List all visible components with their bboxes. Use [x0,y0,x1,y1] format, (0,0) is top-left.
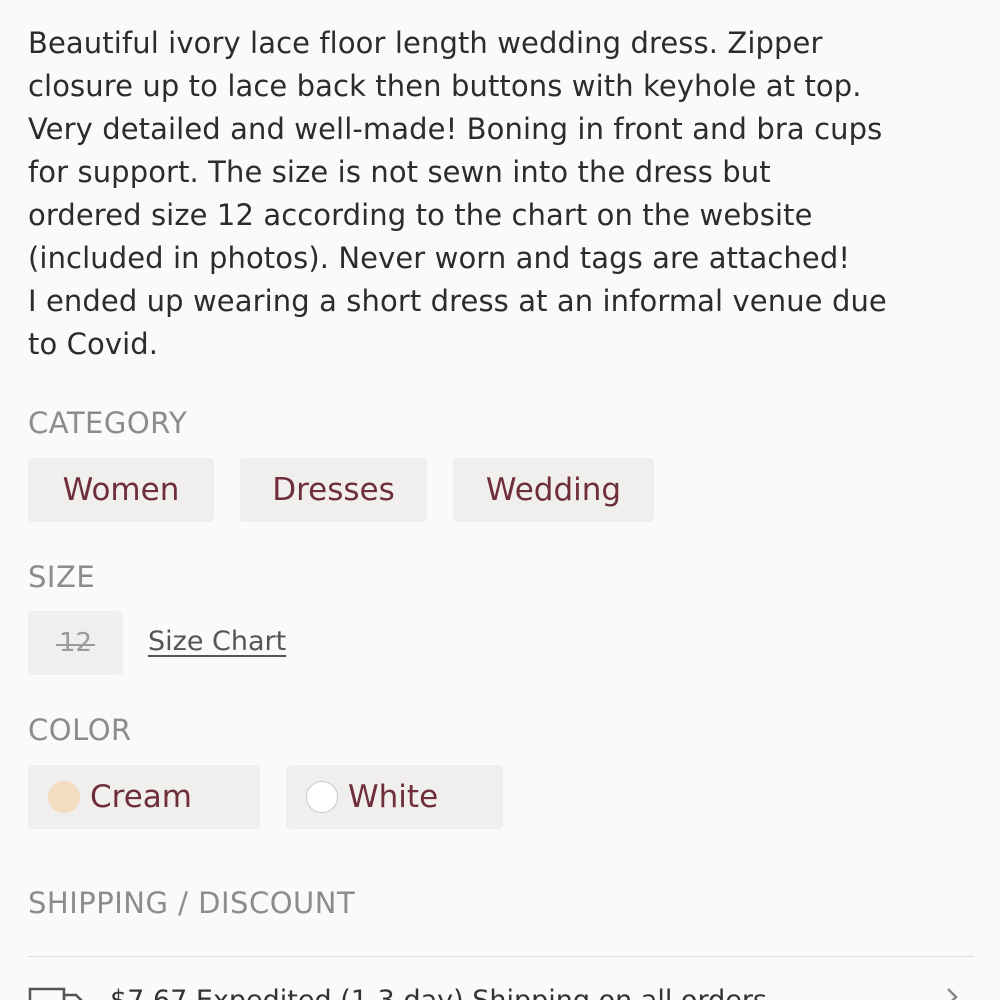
color-chip-cream[interactable]: Cream [28,765,260,829]
shipping-row[interactable]: $7.67 Expedited (1-3 day) Shipping on al… [28,980,978,1000]
cream-swatch-icon [48,781,80,813]
shipping-text: $7.67 Expedited (1-3 day) Shipping on al… [110,984,767,1000]
size-heading: SIZE [28,560,96,594]
size-chart-link[interactable]: Size Chart [148,626,286,657]
item-description: Beautiful ivory lace floor length weddin… [28,26,887,361]
listing-details: Beautiful ivory lace floor length weddin… [0,0,1000,1000]
color-label-cream: Cream [90,779,192,815]
size-chip[interactable]: 12 [28,611,123,675]
color-heading: COLOR [28,713,132,747]
category-chip-women[interactable]: Women [28,458,214,522]
category-heading: CATEGORY [28,406,188,440]
divider [28,956,974,957]
category-chip-dresses[interactable]: Dresses [240,458,427,522]
shipping-heading: SHIPPING / DISCOUNT [28,886,356,920]
truck-icon [28,987,83,1000]
color-chip-white[interactable]: White [286,765,503,829]
color-label-white: White [348,779,439,815]
size-value: 12 [55,628,96,658]
category-chip-wedding[interactable]: Wedding [453,458,654,522]
white-swatch-icon [306,781,338,813]
chevron-right-icon[interactable] [940,985,964,1000]
